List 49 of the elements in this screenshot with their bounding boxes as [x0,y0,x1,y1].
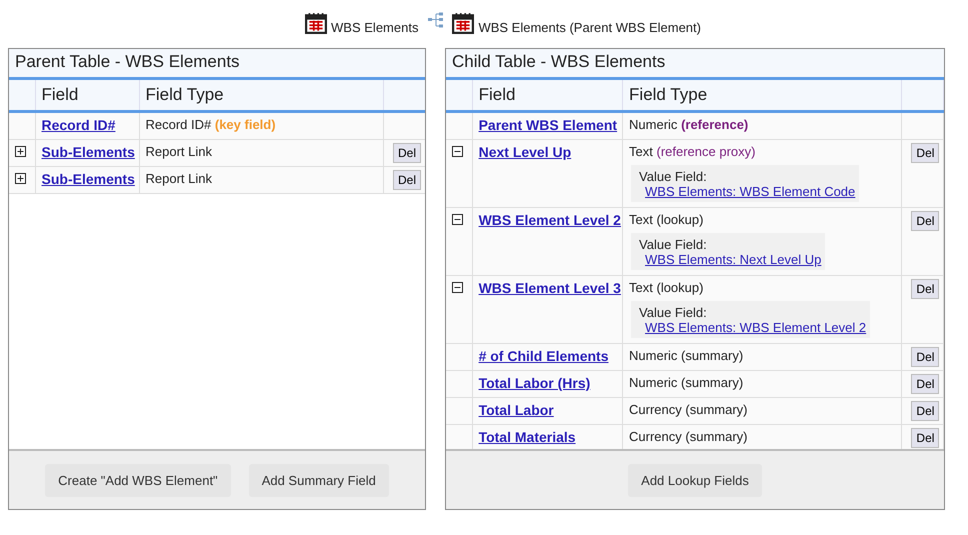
field-type: Report Link [146,144,212,159]
panel-title: Parent Table - WBS Elements [9,49,425,80]
hierarchy-icon [428,12,444,28]
expand-icon[interactable] [15,173,26,184]
column-header: Field [35,80,139,112]
action-button[interactable]: Add Lookup Fields [628,464,762,496]
field-type: Numeric (summary) [629,375,744,390]
field-type: Report Link [146,171,212,186]
panel-title: Child Table - WBS Elements [446,49,944,80]
delete-button[interactable]: Del [911,428,940,448]
table-name: WBS Elements (Parent WBS Element) [478,20,701,34]
field-type: Numeric [629,117,678,132]
action-button[interactable]: Create "Add WBS Element" [45,464,231,496]
type-qualifier: (reference proxy) [656,144,756,159]
field-type: Text (lookup) [629,212,704,227]
value-field-link[interactable]: WBS Elements: Next Level Up [639,252,822,267]
table-icon [452,12,474,34]
collapse-icon[interactable] [452,146,463,157]
field-type: Numeric (summary) [629,348,744,363]
field-type: Currency (summary) [629,429,748,444]
value-field-label: Value Field: [639,169,708,184]
value-field-label: Value Field: [639,237,708,252]
value-field-label: Value Field: [639,305,708,320]
delete-button[interactable]: Del [911,143,940,163]
delete-button[interactable]: Del [392,143,421,163]
collapse-icon[interactable] [452,214,463,225]
delete-button[interactable]: Del [392,170,421,190]
delete-button[interactable]: Del [911,374,940,394]
field-link[interactable]: Next Level Up [478,144,572,160]
column-header: Field [472,80,623,112]
value-field-link[interactable]: WBS Elements: WBS Element Code [639,184,856,199]
value-field-link[interactable]: WBS Elements: WBS Element Level 2 [639,320,866,335]
collapse-icon[interactable] [452,282,463,293]
action-button[interactable]: Add Summary Field [248,464,389,496]
field-type: Record ID# [146,117,212,132]
delete-button[interactable]: Del [911,211,940,231]
delete-button[interactable]: Del [911,401,940,421]
table-name: WBS Elements [331,20,418,34]
type-qualifier: (reference) [681,117,748,132]
expand-icon[interactable] [15,146,26,157]
table-icon [305,12,328,34]
type-qualifier: (key field) [214,117,276,132]
field-type: Text [629,144,653,159]
field-type: Text (lookup) [629,280,704,295]
column-header: Field Type [622,80,902,112]
delete-button[interactable]: Del [911,279,940,299]
field-type: Currency (summary) [629,402,748,417]
column-header: Field Type [139,80,383,112]
delete-button[interactable]: Del [911,347,940,367]
